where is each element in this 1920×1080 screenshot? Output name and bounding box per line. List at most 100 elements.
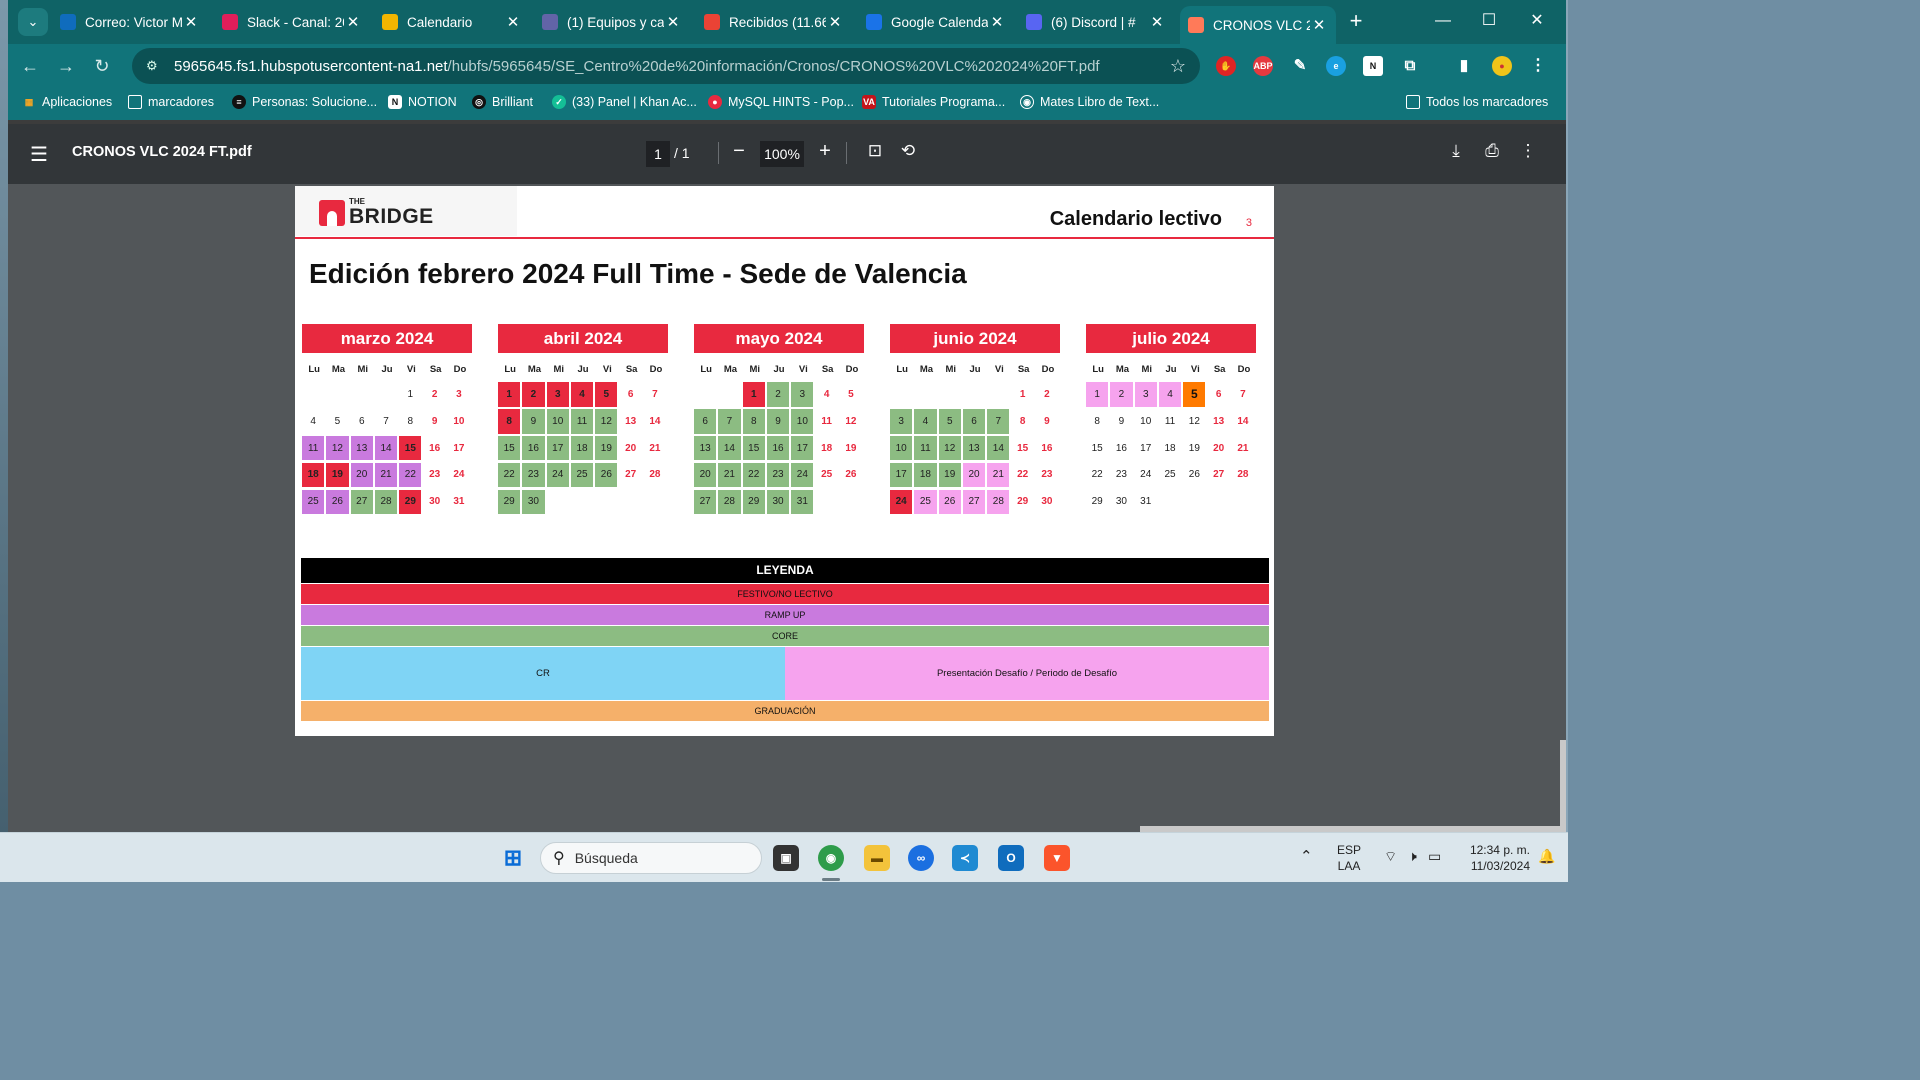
clock[interactable]: 12:34 p. m. 11/03/2024	[1460, 842, 1530, 874]
close-tab-icon[interactable]: ✕	[504, 13, 522, 31]
profile-avatar[interactable]: ●	[1492, 56, 1512, 76]
site-info-icon[interactable]: ⚙	[146, 58, 164, 74]
day-cell: 9	[1044, 415, 1050, 427]
browser-tab[interactable]: Slack - Canal: 20 ✕	[214, 6, 370, 38]
taskbar-search[interactable]: ⚲ Búsqueda	[540, 842, 762, 874]
weekday-label: Vi	[406, 364, 416, 375]
bookmark-folder-marcadores[interactable]: marcadores	[128, 95, 214, 109]
outlook-taskbar-icon[interactable]: O	[998, 845, 1024, 871]
start-button-icon[interactable]: ⊞	[500, 845, 526, 871]
keyboard-layout: LAA	[1337, 859, 1361, 873]
bookmark-label: Tutoriales Programa...	[882, 95, 1006, 109]
print-icon[interactable]: ⎙	[1480, 141, 1504, 161]
forward-button[interactable]: →	[52, 52, 80, 80]
zoom-in-button[interactable]: +	[814, 140, 836, 163]
vscode-icon[interactable]: ≺	[952, 845, 978, 871]
browser-tab[interactable]: Google Calendar ✕	[858, 6, 1014, 38]
bookmark-tutoriales[interactable]: VA Tutoriales Programa...	[862, 95, 1005, 109]
task-view-icon[interactable]: ▣	[773, 845, 799, 871]
browser-tab[interactable]: Recibidos (11.66 ✕	[696, 6, 852, 38]
bookmark-star-icon[interactable]: ☆	[1170, 56, 1186, 77]
bookmark-mates[interactable]: ◉ Mates Libro de Text...	[1020, 95, 1159, 109]
browser-tab[interactable]: Calendario ✕	[374, 6, 530, 38]
day-cell: 15	[742, 435, 765, 461]
browser-tab[interactable]: (1) Equipos y car ✕	[534, 6, 690, 38]
day-cell: 29	[1017, 496, 1029, 508]
day-grid: 1 2 3 4 5 6 7 8 9 10 11 12 13 14 15 16 17 18 19 20 21 22 23 24 2…	[498, 382, 668, 515]
close-tab-icon[interactable]: ✕	[988, 13, 1006, 31]
close-tab-icon[interactable]: ✕	[182, 13, 200, 31]
vertical-scrollbar[interactable]	[1560, 740, 1566, 826]
eyedropper-extension-icon[interactable]: ✎	[1290, 56, 1310, 76]
chrome-taskbar-icon[interactable]: ◉	[818, 845, 844, 871]
edge-extension-icon[interactable]: e	[1326, 56, 1346, 76]
bookmark-mysql[interactable]: ● MySQL HINTS - Pop...	[708, 95, 854, 109]
day-cell: 1	[1086, 382, 1109, 407]
pdf-menu-icon[interactable]: ☰	[30, 142, 48, 167]
page-number-input[interactable]: 1	[646, 141, 670, 167]
close-tab-icon[interactable]: ✕	[344, 13, 362, 31]
browser-tab[interactable]: CRONOS VLC 20✕	[1180, 6, 1336, 44]
weekday-label: Do	[845, 364, 859, 375]
day-cell: 7	[652, 388, 658, 400]
day-cell: 10	[453, 415, 465, 427]
weekday-label: Lu	[1092, 364, 1104, 375]
bookmark-apps[interactable]: ▦ Aplicaciones	[22, 95, 112, 109]
extensions-puzzle-icon[interactable]: ⧉	[1400, 56, 1420, 76]
rotate-icon[interactable]: ⟲	[896, 141, 920, 161]
day-cell: 3	[1134, 382, 1157, 407]
app-link-icon[interactable]: ∞	[908, 845, 934, 871]
day-cell: 29	[498, 489, 521, 515]
browser-tab[interactable]: (6) Discord | # ✕	[1018, 6, 1174, 38]
weekday-label: Ju	[381, 364, 393, 375]
day-cell: 19	[845, 442, 857, 454]
minimize-button[interactable]: —	[1420, 6, 1466, 36]
day-cell: 24	[791, 462, 814, 488]
close-tab-icon[interactable]: ✕	[1148, 13, 1166, 31]
day-cell: 26	[938, 489, 961, 515]
day-cell: 26	[326, 489, 349, 515]
day-cell: 22	[1017, 469, 1029, 481]
language-indicator[interactable]: ESP LAA	[1337, 842, 1361, 874]
pdf-viewport[interactable]: THE BRIDGE Calendario lectivo 3 Edición …	[8, 184, 1566, 832]
chrome-menu-icon[interactable]: ⋮	[1528, 56, 1548, 76]
new-tab-button[interactable]: +	[1342, 8, 1370, 36]
notion-extension-icon[interactable]: N	[1363, 56, 1383, 76]
brave-icon[interactable]: ▼	[1044, 845, 1070, 871]
battery-icon[interactable]: ▭	[1428, 848, 1441, 865]
bookmark-notion[interactable]: N NOTION	[388, 95, 457, 109]
close-tab-icon[interactable]: ✕	[826, 13, 844, 31]
address-bar[interactable]: ⚙ 5965645.fs1.hubspotusercontent-na1.net…	[132, 48, 1200, 84]
volume-muted-icon[interactable]: 🕨	[1408, 848, 1417, 865]
reload-button[interactable]: ↻	[88, 52, 116, 80]
bookmark-khan[interactable]: ✓ (33) Panel | Khan Ac...	[552, 95, 697, 109]
more-options-icon[interactable]: ⋮	[1516, 141, 1540, 161]
zoom-input[interactable]: 100%	[760, 141, 804, 167]
file-explorer-icon[interactable]: ▬	[864, 845, 890, 871]
zoom-out-button[interactable]: −	[728, 140, 750, 163]
bookmark-brilliant[interactable]: ◎ Brilliant	[472, 95, 533, 109]
browser-tab[interactable]: Correo: Victor M ✕	[52, 6, 208, 38]
day-cell: 31	[791, 489, 814, 515]
all-bookmarks-folder[interactable]: Todos los marcadores	[1406, 95, 1548, 109]
close-tab-icon[interactable]: ✕	[1310, 16, 1328, 34]
fit-page-icon[interactable]: ⊡	[863, 141, 887, 161]
day-cell: 21	[374, 462, 398, 488]
day-cell: 24	[453, 469, 465, 481]
adblock-extension-icon[interactable]: ✋	[1216, 56, 1236, 76]
maximize-button[interactable]: ☐	[1466, 6, 1512, 36]
legend-title: LEYENDA	[301, 558, 1269, 583]
notifications-bell-icon[interactable]: 🔔	[1538, 848, 1555, 865]
wifi-icon[interactable]: ⌔	[1384, 848, 1397, 866]
back-button[interactable]: ←	[16, 52, 44, 80]
close-tab-icon[interactable]: ✕	[664, 13, 682, 31]
tab-search-button[interactable]: ⌄	[18, 8, 48, 36]
abp-extension-icon[interactable]: ABP	[1253, 56, 1273, 76]
bookmark-personas[interactable]: ≡ Personas: Solucione...	[232, 95, 377, 109]
close-window-button[interactable]: ✕	[1514, 6, 1560, 36]
side-panel-icon[interactable]: ▮	[1454, 56, 1474, 76]
download-icon[interactable]: ⤓	[1444, 141, 1468, 161]
day-cell: 20	[962, 462, 986, 488]
day-cell: 14	[1237, 415, 1249, 427]
show-hidden-icons-icon[interactable]: ⌃	[1300, 847, 1313, 865]
